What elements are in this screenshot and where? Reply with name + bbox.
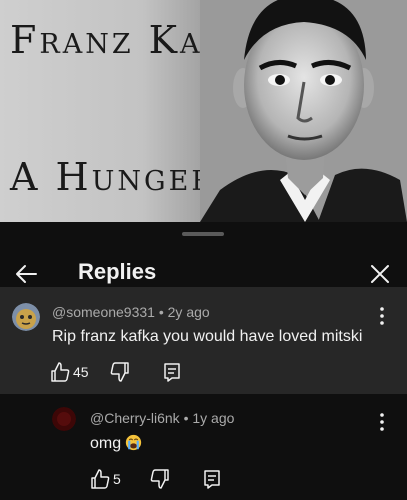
drag-handle[interactable] <box>182 232 224 236</box>
comment-text-body: omg <box>90 435 122 452</box>
like-button[interactable]: 45 <box>50 361 89 383</box>
reply-button[interactable] <box>162 361 182 383</box>
comment-icon <box>204 470 220 489</box>
more-vert-icon <box>380 307 384 325</box>
back-button[interactable] <box>12 260 40 288</box>
replies-sheet: Replies @someone9331 • 2y ago Rip franz … <box>0 222 407 500</box>
close-icon <box>371 265 389 283</box>
reply-button[interactable] <box>202 468 222 490</box>
arrow-left-icon <box>16 265 37 283</box>
like-button[interactable]: 5 <box>90 468 121 490</box>
kafka-portrait <box>200 0 407 222</box>
meta-separator: • <box>154 304 168 320</box>
comment-meta: @someone9331 • 2y ago <box>52 304 210 320</box>
avatar-image <box>52 407 76 431</box>
comment-text: Rip franz kafka you would have loved mit… <box>52 328 363 345</box>
more-vert-icon <box>380 413 384 431</box>
thumbs-down-icon <box>150 469 169 489</box>
like-count: 5 <box>113 471 121 487</box>
dislike-button[interactable] <box>150 468 170 490</box>
comment-author[interactable]: @someone9331 <box>52 304 155 320</box>
avatar-image <box>12 303 40 331</box>
dislike-button[interactable] <box>110 361 130 383</box>
comment-icon <box>164 363 180 382</box>
comment-author[interactable]: @Cherry-li6nk <box>90 410 180 426</box>
avatar[interactable] <box>52 407 76 431</box>
comment-options-button[interactable] <box>372 304 392 328</box>
thumbs-up-icon <box>51 362 70 382</box>
comment-options-button[interactable] <box>372 410 392 434</box>
comment-text: omg <box>90 434 142 453</box>
close-button[interactable] <box>366 260 394 288</box>
reply-comment: @Cherry-li6nk • 1y ago omg 5 <box>0 394 407 500</box>
parent-comment: @someone9331 • 2y ago Rip franz kafka yo… <box>0 287 407 394</box>
video-thumbnail: Franz Kafka A Hunger Artist <box>0 0 407 222</box>
comment-time: 1y ago <box>192 410 235 426</box>
loudly-crying-face-icon <box>125 434 142 451</box>
thumbs-down-icon <box>110 362 129 382</box>
thumbs-up-icon <box>91 469 110 489</box>
comment-meta: @Cherry-li6nk • 1y ago <box>90 410 234 426</box>
comment-time: 2y ago <box>167 304 210 320</box>
like-count: 45 <box>73 364 89 380</box>
meta-separator: • <box>179 410 193 426</box>
sheet-title: Replies <box>78 259 157 284</box>
avatar[interactable] <box>12 303 40 331</box>
